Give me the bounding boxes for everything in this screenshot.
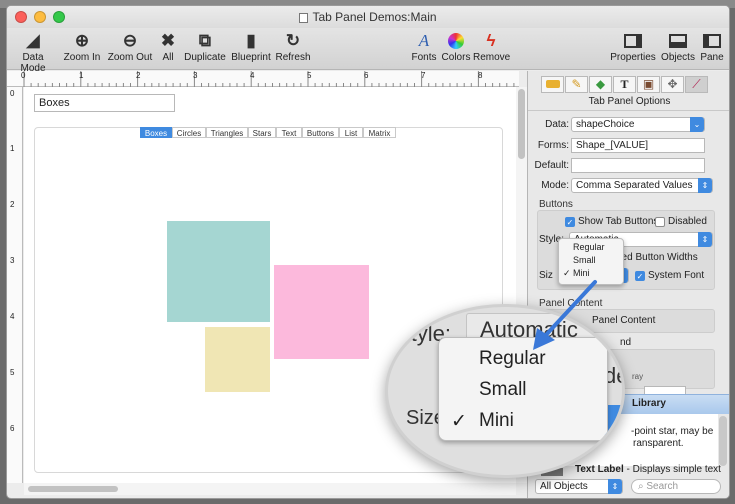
callout-arrow: [533, 280, 597, 350]
app-window: Tab Panel Demos:Main ◢ Data Mode ⊕ Zoom …: [6, 5, 730, 499]
